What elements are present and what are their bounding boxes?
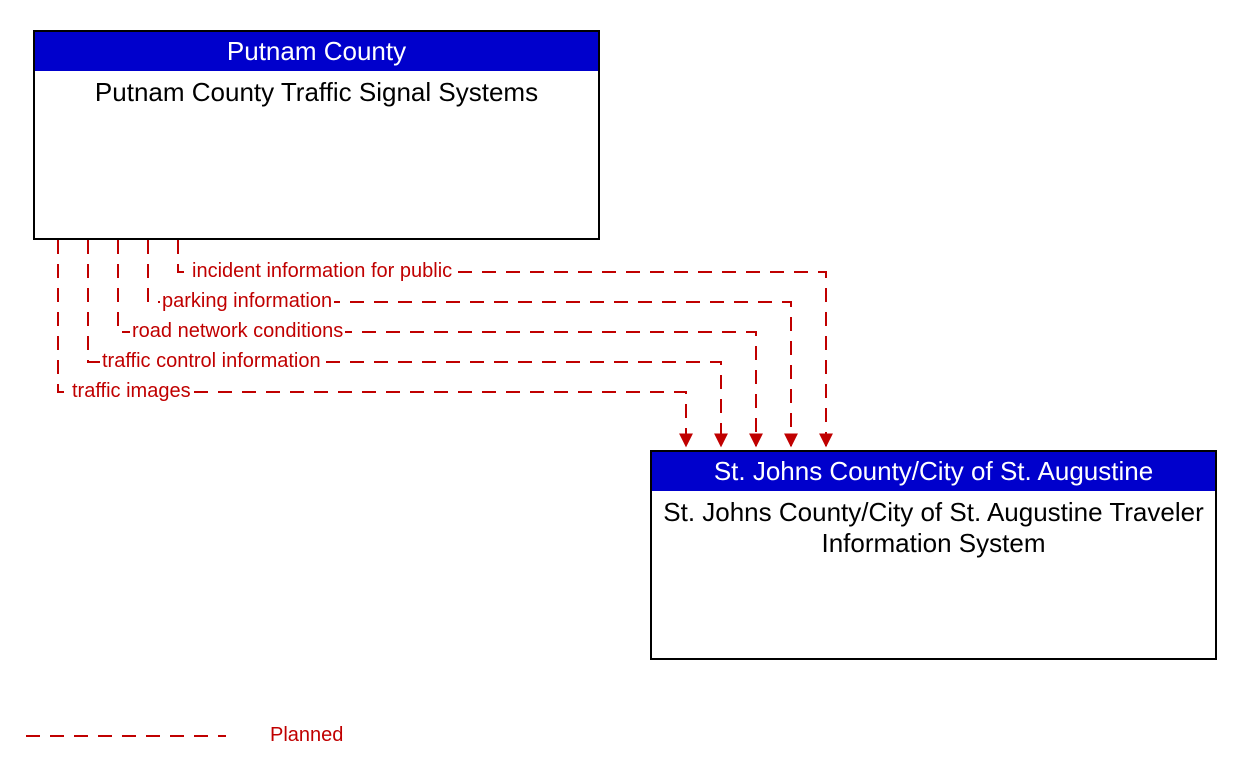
- entity-source-header: Putnam County: [35, 32, 598, 71]
- flow-label-4: traffic images: [70, 380, 193, 403]
- entity-source: Putnam County Putnam County Traffic Sign…: [33, 30, 600, 240]
- legend-label-planned: Planned: [270, 724, 343, 747]
- flow-label-2: road network conditions: [130, 320, 345, 343]
- entity-target-body: St. Johns County/City of St. Augustine T…: [652, 491, 1215, 565]
- entity-source-body: Putnam County Traffic Signal Systems: [35, 71, 598, 114]
- entity-target-header: St. Johns County/City of St. Augustine: [652, 452, 1215, 491]
- entity-target: St. Johns County/City of St. Augustine S…: [650, 450, 1217, 660]
- flow-label-0: incident information for public: [190, 260, 454, 283]
- flow-label-3: traffic control information: [100, 350, 323, 373]
- flow-label-1: parking information: [160, 290, 334, 313]
- diagram-stage: { "entities": { "source": { "header": "P…: [0, 0, 1252, 778]
